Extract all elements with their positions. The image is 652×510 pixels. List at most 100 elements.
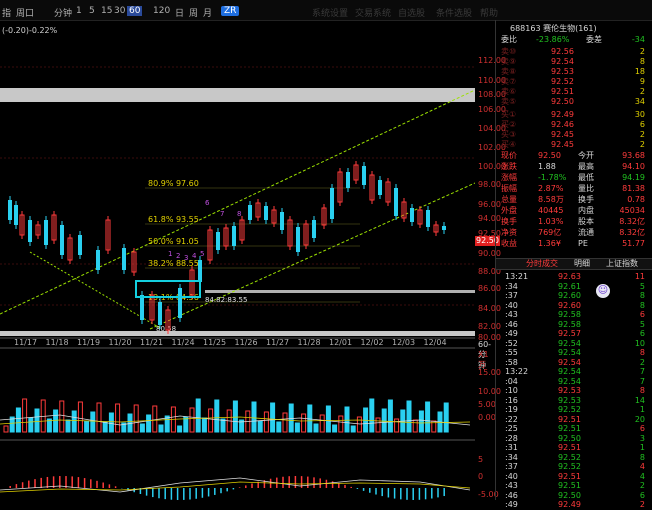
menu-item-trade[interactable]: 交易系统 bbox=[355, 6, 391, 19]
period-30[interactable]: 30 bbox=[114, 6, 125, 16]
candle-body bbox=[330, 188, 334, 219]
menu-item-settings[interactable]: 系统设置 bbox=[312, 6, 348, 19]
tab-time-trades[interactable]: 分时成交 bbox=[526, 259, 558, 269]
trade-row[interactable]: :28 92.50 3 bbox=[496, 434, 652, 444]
trade-row[interactable]: :25 92.51 6 bbox=[496, 424, 652, 434]
ask-label: 卖⑤ bbox=[501, 97, 517, 106]
candle-body bbox=[232, 226, 236, 246]
trade-row[interactable]: :31 92.51 1 bbox=[496, 443, 652, 453]
trade-row[interactable]: :46 92.50 6 bbox=[496, 491, 652, 501]
period-120[interactable]: 120 bbox=[153, 6, 170, 16]
candle-body bbox=[378, 180, 382, 195]
stat-row[interactable]: 换手 1.03% 股本 8.32亿 bbox=[496, 217, 652, 227]
candle-body bbox=[8, 200, 12, 220]
bid-row[interactable]: 买② 92.46 6 bbox=[496, 120, 652, 130]
period-month[interactable]: 月 bbox=[203, 6, 212, 19]
stat-row[interactable]: 振幅 2.87% 量比 81.38 bbox=[496, 184, 652, 194]
stat-row[interactable]: 外盘 40445 内盘 45034 bbox=[496, 206, 652, 216]
ask-price: 92.51 bbox=[551, 87, 574, 96]
volume-bar bbox=[115, 403, 121, 433]
kline-svg[interactable]: 11/17 11/18 11/19 11/20 11/21 11/24 11/25 11/26… bbox=[0, 20, 475, 500]
volume-bar bbox=[201, 417, 207, 433]
period-5[interactable]: 5 bbox=[89, 6, 95, 16]
menu-item-watchlist[interactable]: 自选股 bbox=[398, 6, 425, 19]
trade-row[interactable]: :34 92.61 5 bbox=[496, 282, 652, 292]
trade-row[interactable]: :19 92.52 1 bbox=[496, 405, 652, 415]
ask-row[interactable]: 卖⑩ 92.56 2 bbox=[496, 47, 652, 57]
period-week[interactable]: 周 bbox=[189, 6, 198, 19]
stat-row[interactable]: 涨跌 1.88 最高 94.10 bbox=[496, 162, 652, 172]
trade-row[interactable]: :10 92.53 8 bbox=[496, 386, 652, 396]
kline-chart[interactable]: 11/17 11/18 11/19 11/20 11/21 11/24 11/25 11/26… bbox=[0, 20, 475, 500]
trade-volume: 3 bbox=[639, 433, 645, 443]
period-day[interactable]: 日 bbox=[175, 6, 184, 19]
trade-row[interactable]: :16 92.53 14 bbox=[496, 396, 652, 406]
trade-row[interactable]: 13:21 92.63 11 bbox=[496, 272, 652, 282]
trade-row[interactable]: :37 92.60 8 bbox=[496, 291, 652, 301]
stat-label: 股本 bbox=[578, 217, 594, 226]
trade-row[interactable]: :55 92.54 8 bbox=[496, 348, 652, 358]
ask-row[interactable]: 卖⑦ 92.52 9 bbox=[496, 77, 652, 87]
trade-time: :40 bbox=[505, 471, 518, 481]
ask-row[interactable]: 卖⑥ 92.51 2 bbox=[496, 87, 652, 97]
trade-row[interactable]: :49 92.49 2 bbox=[496, 500, 652, 510]
trade-row[interactable]: :43 92.58 6 bbox=[496, 310, 652, 320]
trade-row[interactable]: 13:22 92.54 7 bbox=[496, 367, 652, 377]
stat-label: PE bbox=[578, 239, 588, 248]
trade-volume: 1 bbox=[639, 405, 645, 414]
period-60[interactable]: 60 bbox=[127, 6, 143, 16]
candle-body bbox=[28, 220, 32, 242]
trade-row[interactable]: :40 92.51 4 bbox=[496, 472, 652, 482]
ask-row[interactable]: 卖⑧ 92.53 18 bbox=[496, 67, 652, 77]
zr-badge[interactable]: ZR bbox=[221, 6, 240, 16]
trade-row[interactable]: :52 92.54 10 bbox=[496, 339, 652, 349]
stat-row[interactable]: 涨幅 -1.78% 最低 94.19 bbox=[496, 173, 652, 183]
bid-row[interactable]: 买③ 92.45 2 bbox=[496, 130, 652, 140]
candle-body bbox=[312, 220, 316, 238]
x-axis-label: 11/26 bbox=[235, 338, 258, 347]
ask-volume: 2 bbox=[639, 47, 645, 56]
ask-row[interactable]: 卖⑤ 92.50 34 bbox=[496, 97, 652, 107]
menu-item-screener[interactable]: 条件选股 bbox=[436, 6, 472, 19]
tab-index[interactable]: 上证指数 bbox=[606, 259, 638, 269]
fib-label: 38.2% 88.55 bbox=[148, 259, 199, 268]
trade-time: :37 bbox=[505, 462, 518, 471]
period-1[interactable]: 1 bbox=[76, 6, 82, 16]
bid-row[interactable]: 买① 92.49 30 bbox=[496, 110, 652, 120]
trade-row[interactable]: :58 92.54 2 bbox=[496, 358, 652, 368]
bid-row[interactable]: 买④ 92.45 2 bbox=[496, 140, 652, 150]
trade-time: :52 bbox=[505, 338, 518, 348]
trade-row[interactable]: :37 92.52 4 bbox=[496, 462, 652, 472]
trade-volume: 1 bbox=[639, 443, 645, 452]
trade-row[interactable]: :43 92.51 2 bbox=[496, 481, 652, 491]
trade-volume: 8 bbox=[639, 291, 645, 300]
trade-row[interactable]: :49 92.57 6 bbox=[496, 329, 652, 339]
stat-value: 0.78 bbox=[627, 195, 645, 204]
volume-bar bbox=[158, 424, 164, 433]
trade-row[interactable]: :46 92.58 5 bbox=[496, 320, 652, 330]
trade-row[interactable]: :34 92.52 8 bbox=[496, 453, 652, 463]
minute-label[interactable]: 分钟 bbox=[54, 6, 72, 19]
stat-row[interactable]: 净资 769亿 流通 8.32亿 bbox=[496, 228, 652, 238]
trade-row[interactable]: :04 92.54 7 bbox=[496, 377, 652, 387]
stat-row[interactable]: 收益 1.36¥ PE 51.77 bbox=[496, 239, 652, 249]
stat-row[interactable]: 现价 92.50 今开 93.68 bbox=[496, 151, 652, 161]
trade-volume: 10 bbox=[634, 338, 645, 348]
index-label[interactable]: 指 bbox=[2, 6, 11, 19]
ask-row[interactable]: 卖⑨ 92.54 8 bbox=[496, 57, 652, 67]
trade-row[interactable]: :22 92.51 20 bbox=[496, 415, 652, 425]
trade-price: 92.54 bbox=[558, 357, 581, 367]
horizontal-band bbox=[205, 290, 475, 293]
stat-row[interactable]: 总量 8.58万 换手 0.78 bbox=[496, 195, 652, 205]
ask-volume: 9 bbox=[639, 77, 645, 86]
period-dropdown[interactable]: 周口 bbox=[16, 6, 34, 19]
volume-bar bbox=[381, 408, 387, 433]
volume-bar bbox=[232, 400, 238, 433]
menu-item-help[interactable]: 帮助 bbox=[480, 6, 498, 19]
trade-row[interactable]: :40 92.60 8 bbox=[496, 301, 652, 311]
period-15[interactable]: 15 bbox=[101, 6, 112, 16]
price-note: 84.82:83.55 bbox=[205, 296, 247, 304]
stat-value: 94.19 bbox=[622, 173, 645, 182]
ask-price: 92.50 bbox=[551, 97, 574, 106]
tab-detail[interactable]: 明细 bbox=[574, 259, 590, 269]
